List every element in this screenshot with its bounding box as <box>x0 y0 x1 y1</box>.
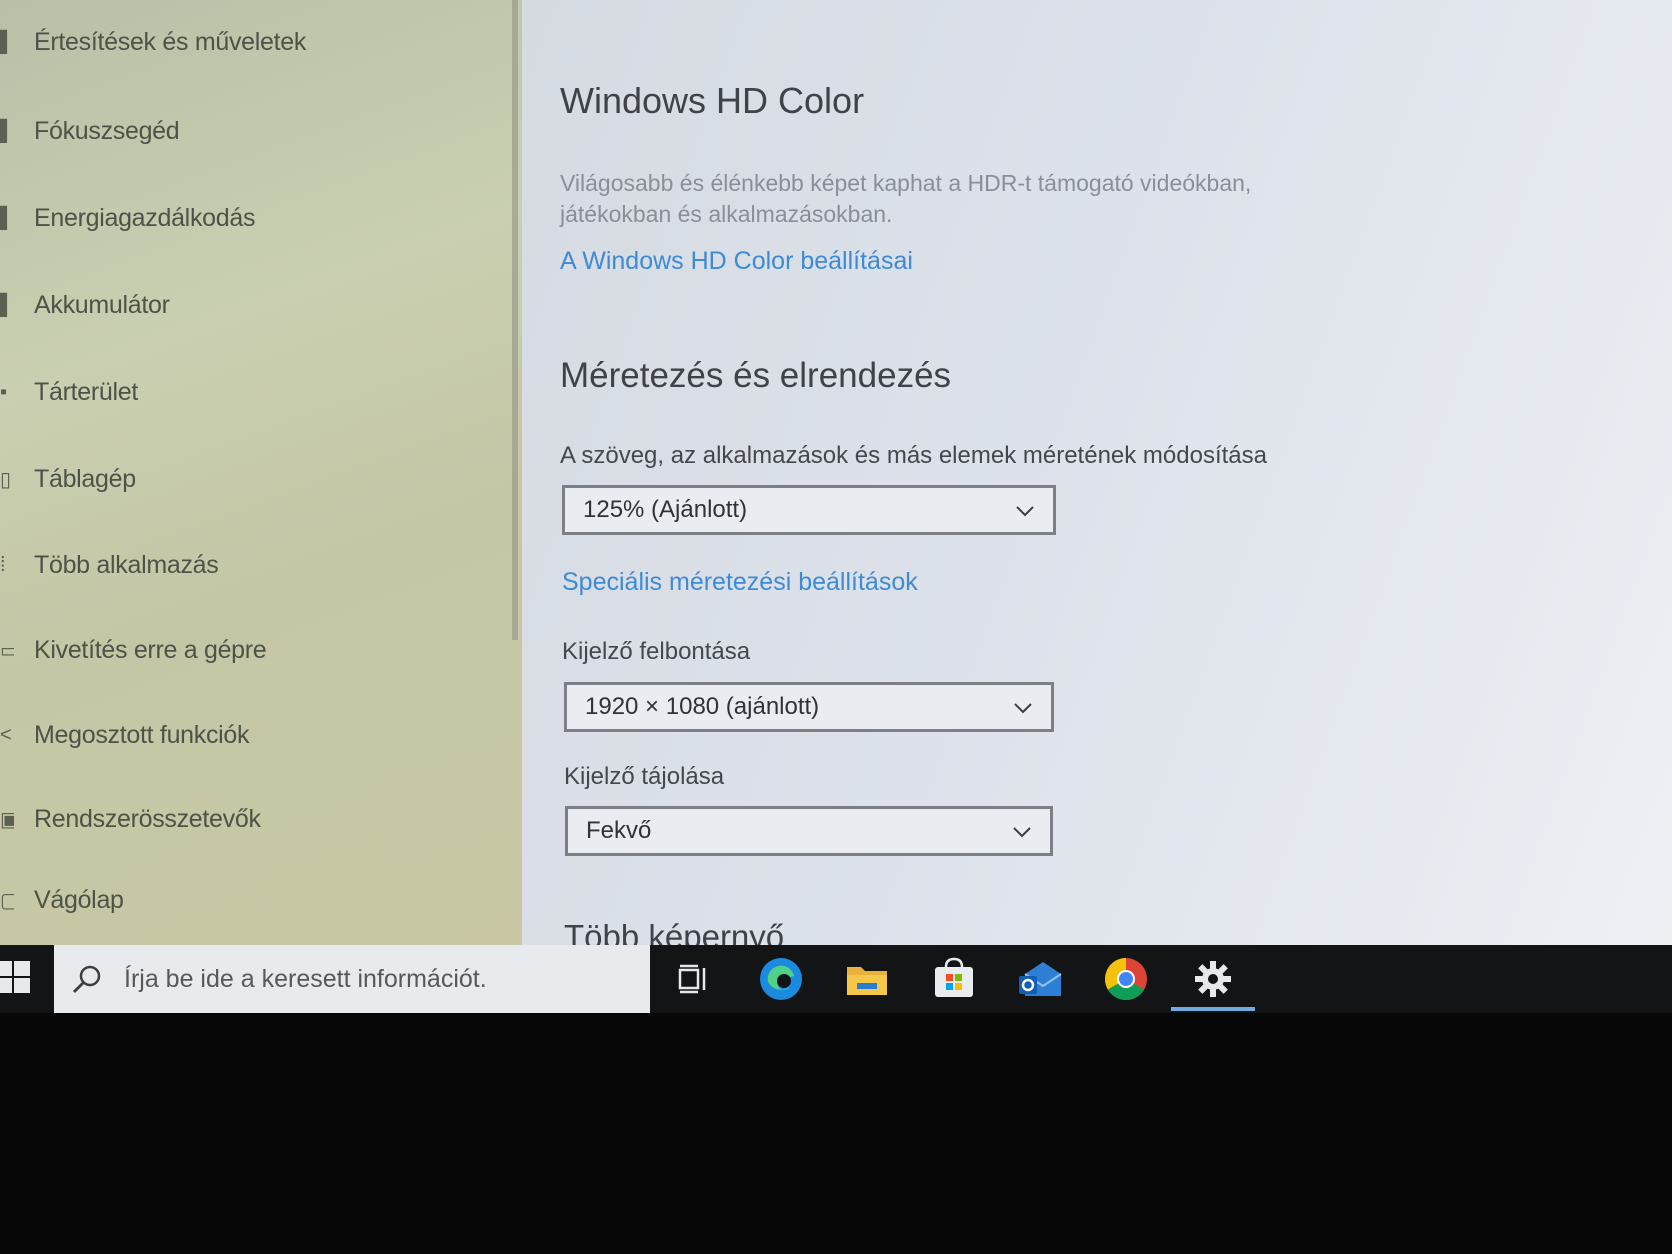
orientation-value: Fekvő <box>586 817 652 844</box>
scale-size-dropdown[interactable]: 125% (Ajánlott) <box>562 485 1056 535</box>
sidebar-item-multitasking[interactable]: ⁞ Több alkalmazás <box>0 545 219 585</box>
resolution-label: Kijelző felbontása <box>562 638 751 665</box>
scale-layout-title: Méretezés és elrendezés <box>560 356 952 395</box>
sidebar-item-label: Vágólap <box>34 885 124 914</box>
chevron-down-icon <box>1014 703 1032 714</box>
sidebar-item-battery[interactable]: ▌ Akkumulátor <box>0 285 170 325</box>
settings-sidebar: ▌ Értesítések és műveletek ▌ Fókuszsegéd… <box>0 0 522 945</box>
sidebar-item-label: Kivetítés erre a gépre <box>34 635 267 664</box>
windows-start-icon[interactable] <box>0 957 32 999</box>
components-icon: ▣ <box>0 808 14 831</box>
screen: ▌ Értesítések és műveletek ▌ Fókuszsegéd… <box>0 0 1672 945</box>
chevron-down-icon <box>1013 827 1031 838</box>
sidebar-item-system-components[interactable]: ▣ Rendszerösszetevők <box>0 799 261 839</box>
sidebar-item-label: Rendszerösszetevők <box>34 804 261 833</box>
clipboard-icon: ▢ <box>0 889 14 912</box>
outlook-icon[interactable] <box>1016 955 1064 1003</box>
scale-size-value: 125% (Ajánlott) <box>583 496 748 523</box>
sidebar-item-label: Energiagazdálkodás <box>34 203 256 232</box>
notification-icon: ▌ <box>0 30 14 53</box>
moon-icon: ▌ <box>0 119 14 142</box>
chrome-icon[interactable] <box>1102 955 1150 1003</box>
taskbar <box>0 945 1672 1013</box>
settings-content: Windows HD Color Világosabb és élénkebb … <box>522 0 1672 945</box>
edge-icon[interactable] <box>757 955 805 1003</box>
orientation-dropdown[interactable]: Fekvő <box>565 806 1053 856</box>
settings-icon[interactable] <box>1189 955 1237 1003</box>
orientation-label: Kijelző tájolása <box>564 763 725 790</box>
sidebar-item-focus-assist[interactable]: ▌ Fókuszsegéd <box>0 111 180 151</box>
store-icon[interactable] <box>930 955 978 1003</box>
resolution-dropdown[interactable]: 1920 × 1080 (ajánlott) <box>564 682 1054 732</box>
shared-icon: < <box>0 723 12 746</box>
sidebar-item-label: Megosztott funkciók <box>34 720 250 749</box>
multiple-displays-title: Több képernyő <box>564 918 785 945</box>
advanced-scaling-link[interactable]: Speciális méretezési beállítások <box>562 568 918 597</box>
hd-color-description: Világosabb és élénkebb képet kaphat a HD… <box>560 170 1252 227</box>
sidebar-item-shared-experiences[interactable]: < Megosztott funkciók <box>0 715 250 755</box>
file-explorer-icon[interactable] <box>843 955 891 1003</box>
sidebar-item-label: Akkumulátor <box>34 290 170 319</box>
sidebar-item-label: Több alkalmazás <box>34 550 219 579</box>
sidebar-item-label: Értesítések és műveletek <box>34 27 307 56</box>
storage-icon: ▪ <box>0 380 7 403</box>
sidebar-item-label: Tárterület <box>34 377 138 406</box>
search-input[interactable] <box>122 963 626 995</box>
sidebar-item-clipboard[interactable]: ▢ Vágólap <box>0 880 124 920</box>
sidebar-item-power[interactable]: ▌ Energiagazdálkodás <box>0 198 255 238</box>
taskbar-search-box[interactable] <box>54 945 650 1013</box>
hd-color-title: Windows HD Color <box>560 80 865 121</box>
chevron-down-icon <box>1016 506 1034 517</box>
tablet-icon: ▯ <box>0 468 11 491</box>
projecting-icon: ▭ <box>0 639 14 662</box>
active-app-indicator <box>1171 1007 1255 1011</box>
sidebar-item-notifications[interactable]: ▌ Értesítések és műveletek <box>0 22 306 62</box>
scale-size-label: A szöveg, az alkalmazások és más elemek … <box>560 442 1267 469</box>
battery-icon: ▌ <box>0 293 14 316</box>
sidebar-scrollbar[interactable] <box>512 0 518 640</box>
multitasking-icon: ⁞ <box>0 553 6 576</box>
sidebar-item-tablet[interactable]: ▯ Táblagép <box>0 459 136 499</box>
power-icon: ▌ <box>0 206 14 229</box>
search-icon <box>73 965 101 993</box>
hd-color-settings-link[interactable]: A Windows HD Color beállításai <box>560 247 913 276</box>
sidebar-item-label: Fókuszsegéd <box>34 116 180 145</box>
sidebar-item-label: Táblagép <box>34 464 136 493</box>
sidebar-item-storage[interactable]: ▪ Tárterület <box>0 372 138 412</box>
resolution-value: 1920 × 1080 (ajánlott) <box>585 693 820 720</box>
sidebar-item-projecting[interactable]: ▭ Kivetítés erre a gépre <box>0 630 267 670</box>
task-view-icon[interactable] <box>670 955 718 1003</box>
screen-bezel <box>0 1013 1672 1254</box>
